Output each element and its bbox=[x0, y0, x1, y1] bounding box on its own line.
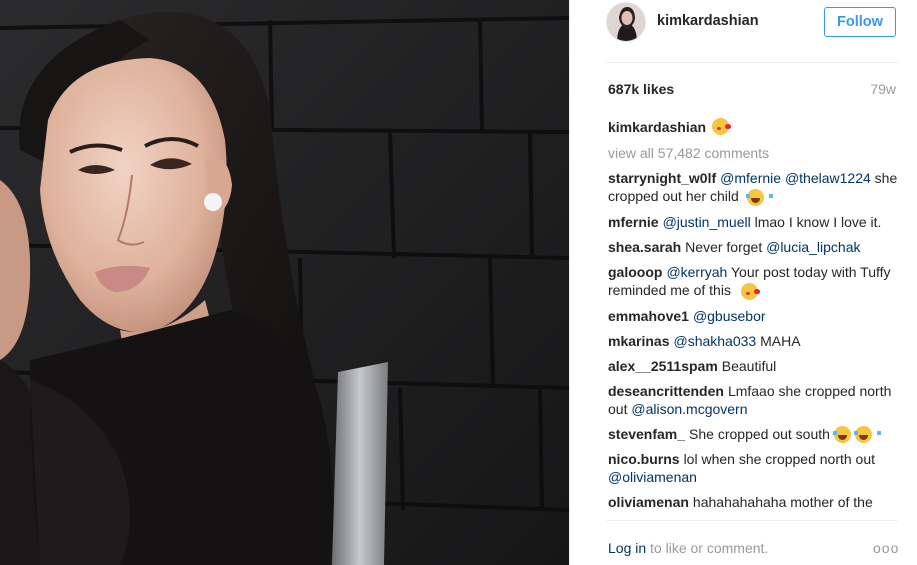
header-divider bbox=[606, 62, 898, 63]
login-prompt-text: to like or comment. bbox=[646, 540, 769, 556]
comment-text: Beautiful bbox=[721, 357, 777, 374]
post-side-panel: kimkardashian Follow 687k likes 79w kimk… bbox=[569, 0, 917, 565]
comment-username[interactable]: starrynight_w0lf bbox=[608, 170, 716, 186]
comment-username[interactable]: oliviamenan bbox=[608, 494, 689, 510]
comment-item: nico.burns lol when she cropped north out… bbox=[608, 450, 908, 486]
comment-username[interactable]: mfernie bbox=[608, 214, 659, 230]
view-all-comments-link[interactable]: view all 57,482 comments bbox=[608, 145, 769, 161]
comment-username[interactable]: alex__2511spam bbox=[608, 358, 718, 374]
post-time[interactable]: 79w bbox=[870, 81, 896, 97]
mention-link[interactable]: @justin_muell bbox=[663, 214, 751, 230]
comment-item: alex__2511spam Beautiful bbox=[608, 357, 908, 375]
comment-text: She cropped out south bbox=[689, 425, 830, 442]
comment-username[interactable]: stevenfam_ bbox=[608, 426, 685, 442]
mention-link[interactable]: @mfernie bbox=[720, 170, 781, 186]
more-options-icon[interactable]: ooo bbox=[873, 540, 899, 556]
follow-button[interactable]: Follow bbox=[824, 7, 896, 37]
mention-link[interactable]: @gbusebor bbox=[693, 308, 766, 324]
comment-item: starrynight_w0lf @mfernie @thelaw1224 she… bbox=[608, 169, 908, 206]
comment-item: galooop @kerryah Your post today with Tuf… bbox=[608, 263, 908, 300]
mention-link[interactable]: @oliviamenan bbox=[608, 469, 697, 485]
footer-divider bbox=[606, 520, 898, 521]
comment-text: Never forget bbox=[685, 238, 767, 255]
post-header: kimkardashian Follow bbox=[570, 0, 917, 44]
kiss-emoji-icon bbox=[712, 118, 732, 135]
comment-item: deseancrittenden Lmfaao she cropped north… bbox=[608, 382, 908, 418]
comment-username[interactable]: nico.burns bbox=[608, 451, 680, 467]
post-username[interactable]: kimkardashian bbox=[657, 13, 759, 29]
comment-text: MAHA bbox=[756, 332, 801, 349]
comment-text: lmao I know I love it. bbox=[750, 213, 882, 230]
comment-username[interactable]: emmahove1 bbox=[608, 308, 689, 324]
login-prompt: Log in to like or comment. bbox=[608, 540, 768, 556]
caption-username[interactable]: kimkardashian bbox=[608, 119, 706, 135]
comment-item: stevenfam_ She cropped out south bbox=[608, 425, 908, 444]
comment-text: hahahahahaha mother of the bbox=[692, 494, 873, 511]
comment-item: oliviamenan hahahahahaha mother of the bbox=[608, 493, 908, 511]
post-caption: kimkardashian bbox=[608, 118, 732, 135]
comment-username[interactable]: galooop bbox=[608, 264, 662, 280]
mention-link[interactable]: @lucia_lipchak bbox=[766, 239, 860, 255]
kiss-emoji-icon bbox=[740, 282, 760, 300]
likes-count[interactable]: 687k likes bbox=[608, 81, 674, 97]
avatar-image bbox=[607, 3, 645, 41]
photo-image bbox=[0, 0, 569, 565]
comments-list: starrynight_w0lf @mfernie @thelaw1224 she… bbox=[608, 169, 908, 512]
laughing-emoji-icon bbox=[832, 426, 860, 444]
comment-item: mkarinas @shakha033 MAHA bbox=[608, 332, 908, 350]
avatar[interactable] bbox=[606, 2, 646, 42]
comment-item: emmahove1 @gbusebor bbox=[608, 307, 908, 325]
mention-link[interactable]: @shakha033 bbox=[673, 333, 756, 349]
comment-item: shea.sarah Never forget @lucia_lipchak bbox=[608, 238, 908, 256]
laughing-emoji-icon bbox=[853, 426, 881, 444]
comment-username[interactable]: shea.sarah bbox=[608, 239, 681, 255]
mention-link[interactable]: @alison.mcgovern bbox=[631, 401, 747, 417]
comment-text: lol when she cropped north out bbox=[683, 451, 876, 468]
post-photo[interactable] bbox=[0, 0, 569, 565]
likes-row: 687k likes 79w bbox=[608, 81, 898, 99]
comment-username[interactable]: deseancrittenden bbox=[608, 383, 724, 399]
comment-item: mfernie @justin_muell lmao I know I love … bbox=[608, 213, 908, 231]
mention-link[interactable]: @kerryah bbox=[666, 264, 727, 280]
login-link[interactable]: Log in bbox=[608, 540, 646, 556]
mention-link[interactable]: @thelaw1224 bbox=[785, 170, 871, 186]
laughing-emoji-icon bbox=[745, 188, 773, 206]
comment-username[interactable]: mkarinas bbox=[608, 333, 669, 349]
